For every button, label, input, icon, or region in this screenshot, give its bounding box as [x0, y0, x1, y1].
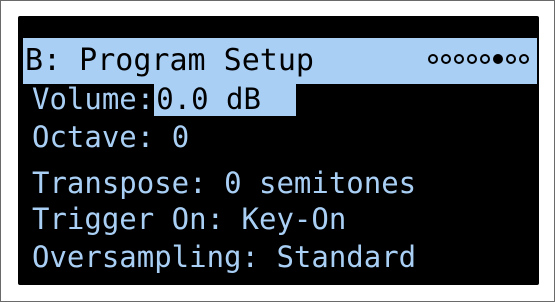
page-dot-4: [467, 54, 477, 64]
param-label: Oversampling:: [32, 240, 259, 274]
param-volume[interactable]: Volume:0.0 dB: [32, 80, 297, 118]
title-bar: B: Program Setup: [23, 38, 537, 84]
param-value-trigger-on[interactable]: Key-On: [242, 202, 347, 236]
param-trigger-on[interactable]: Trigger On: Key-On: [32, 200, 346, 238]
param-value-volume[interactable]: 0.0 dB: [154, 82, 297, 116]
oled-screen: B: Program Setup Volume:0.0 dB Octave: 0…: [18, 16, 539, 285]
page-indicator: [428, 54, 529, 64]
param-label: Transpose:: [32, 166, 207, 200]
param-value-octave[interactable]: 0: [172, 120, 189, 154]
page-dot-7: [506, 54, 516, 64]
page-dot-5: [480, 54, 490, 64]
param-label: Trigger On:: [32, 202, 225, 236]
page-dot-6-active: [493, 54, 503, 64]
param-octave[interactable]: Octave: 0: [32, 118, 189, 156]
param-label: Octave:: [32, 120, 155, 154]
page-dot-3: [454, 54, 464, 64]
page-dot-1: [428, 54, 438, 64]
page-dot-2: [441, 54, 451, 64]
page-title: B: Program Setup: [25, 43, 314, 78]
param-value-oversampling[interactable]: Standard: [276, 240, 416, 274]
page-dot-8: [519, 54, 529, 64]
display-frame: B: Program Setup Volume:0.0 dB Octave: 0…: [0, 0, 555, 302]
param-oversampling[interactable]: Oversampling: Standard: [32, 238, 416, 276]
param-label: Volume:: [32, 82, 155, 116]
param-transpose[interactable]: Transpose: 0 semitones: [32, 164, 416, 202]
param-value-transpose[interactable]: 0 semitones: [224, 166, 416, 200]
